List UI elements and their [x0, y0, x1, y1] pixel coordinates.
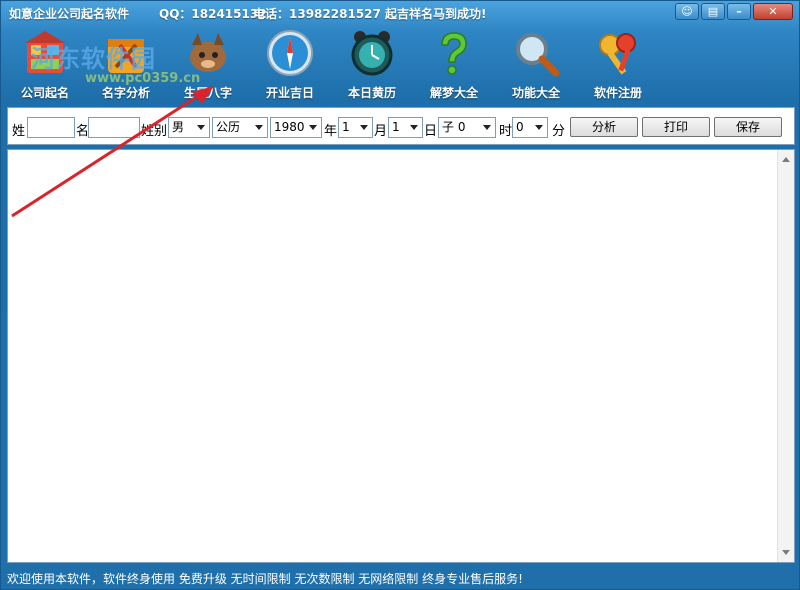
hour-value: 子 0	[442, 120, 466, 134]
toolbar-label: 生辰八字	[183, 86, 232, 100]
question-mark-icon	[441, 32, 467, 75]
scroll-down-icon[interactable]	[782, 550, 790, 555]
surname-label: 姓	[12, 124, 26, 139]
app-title: 如意企业公司起名软件	[9, 7, 130, 21]
month-label: 月	[374, 124, 388, 139]
chevron-down-icon	[483, 125, 491, 130]
toolbar-birth-chart[interactable]: 生辰八字	[170, 25, 246, 100]
menu-icon[interactable]: ▤	[701, 3, 725, 20]
toolbar-register[interactable]: 软件注册	[580, 25, 656, 100]
month-value: 1	[342, 120, 350, 134]
minute-select[interactable]: 0	[512, 117, 548, 138]
gender-select[interactable]: 男	[168, 117, 210, 138]
day-label: 日	[424, 124, 438, 139]
toolbar-opening-date[interactable]: 开业吉日	[252, 25, 328, 100]
hour-select[interactable]: 子 0	[438, 117, 496, 138]
alarm-clock-icon	[351, 31, 393, 76]
save-button[interactable]: 保存	[714, 117, 782, 137]
calendar-select[interactable]: 公历	[212, 117, 268, 138]
title-phone: 电话：13982281527 起吉祥名马到成功!	[253, 7, 487, 21]
toolbar-label: 功能大全	[511, 86, 560, 100]
analyze-button[interactable]: 分析	[570, 117, 638, 137]
surname-input[interactable]	[27, 117, 75, 138]
hour-label: 时	[499, 124, 513, 139]
toolbar-label: 名字分析	[101, 86, 150, 100]
minute-value: 0	[516, 120, 524, 134]
chevron-down-icon	[535, 125, 543, 130]
year-value: 1980	[274, 120, 305, 134]
feedback-icon[interactable]: ☺	[675, 3, 699, 20]
toolbar-label: 软件注册	[593, 86, 642, 100]
toolbar-label: 开业吉日	[265, 86, 314, 100]
window-controls: ☺ ▤ – ✕	[675, 3, 793, 20]
main-toolbar: 公司起名 名字分析 生辰八字 开业吉日 本日黄历 解梦大全 功能大全 软件注册 …	[1, 23, 799, 101]
watermark-url: www.pc0359.cn	[85, 71, 201, 86]
calendar-value: 公历	[216, 120, 241, 134]
month-select[interactable]: 1	[338, 117, 373, 138]
year-label: 年	[324, 124, 338, 139]
toolbar-label: 解梦大全	[429, 86, 478, 100]
result-text-area[interactable]	[7, 149, 795, 563]
title-bar: 如意企业公司起名软件 QQ：182415132 电话：13982281527 起…	[1, 1, 799, 23]
chevron-down-icon	[197, 125, 205, 130]
input-form: 姓 名 姓别 男 公历 1980 年 1 月 1 日 子 0 时 0 分 分析	[7, 107, 795, 145]
status-bar: 欢迎使用本软件，软件终身使用 免费升级 无时间限制 无次数限制 无网络限制 终身…	[1, 567, 799, 589]
gender-label: 姓别	[141, 124, 168, 139]
print-button[interactable]: 打印	[642, 117, 710, 137]
status-text: 欢迎使用本软件，软件终身使用 免费升级 无时间限制 无次数限制 无网络限制 终身…	[7, 572, 523, 586]
scroll-up-icon[interactable]	[782, 157, 790, 162]
toolbar-features[interactable]: 功能大全	[498, 25, 574, 100]
chevron-down-icon	[309, 125, 317, 130]
minute-label: 分	[552, 124, 566, 139]
toolbar-label: 本日黄历	[347, 86, 396, 100]
day-select[interactable]: 1	[388, 117, 423, 138]
toolbar-dream[interactable]: 解梦大全	[416, 25, 492, 100]
year-select[interactable]: 1980	[270, 117, 322, 138]
toolbar-almanac[interactable]: 本日黄历	[334, 25, 410, 100]
magnifier-icon	[516, 33, 560, 77]
name-input[interactable]	[88, 117, 140, 138]
keys-icon	[599, 33, 636, 75]
vertical-scrollbar[interactable]	[777, 150, 794, 562]
minimize-button[interactable]: –	[727, 3, 751, 20]
chevron-down-icon	[255, 125, 263, 130]
title-qq: QQ：182415132	[159, 7, 267, 21]
gender-value: 男	[172, 120, 185, 134]
day-value: 1	[392, 120, 400, 134]
compass-icon	[267, 30, 313, 76]
chevron-down-icon	[410, 125, 418, 130]
toolbar-label: 公司起名	[20, 86, 69, 100]
chevron-down-icon	[360, 125, 368, 130]
watermark-text: 河东软件园	[31, 45, 156, 73]
main-window: 如意企业公司起名软件 QQ：182415132 电话：13982281527 起…	[0, 0, 800, 590]
close-button[interactable]: ✕	[753, 3, 793, 20]
